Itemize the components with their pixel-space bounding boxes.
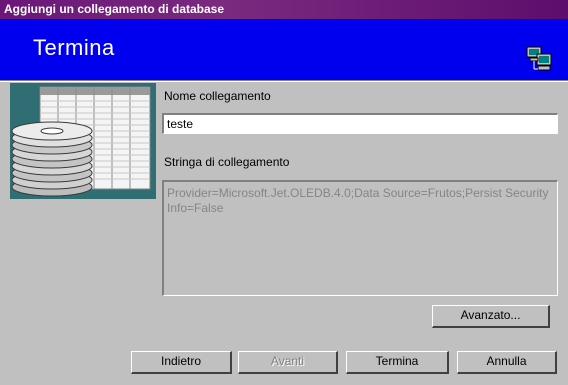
- wizard-banner: Termina: [0, 19, 568, 80]
- network-computers-icon: [526, 46, 552, 71]
- back-button[interactable]: Indietro: [131, 351, 232, 374]
- banner-title: Termina: [33, 35, 115, 60]
- banner-separator: [0, 80, 568, 82]
- database-disks-table-icon: [10, 83, 156, 199]
- next-button[interactable]: Avanti: [238, 351, 338, 374]
- advanced-button[interactable]: Avanzato...: [432, 305, 550, 328]
- connection-string-textarea[interactable]: Provider=Microsoft.Jet.OLEDB.4.0;Data So…: [162, 180, 558, 296]
- connection-string-label: Stringa di collegamento: [164, 155, 290, 169]
- finish-button[interactable]: Termina: [346, 351, 449, 374]
- dialog-window: Aggiungi un collegamento di database Ter…: [0, 0, 568, 385]
- cancel-button[interactable]: Annulla: [457, 351, 557, 374]
- connection-name-label: Nome collegamento: [164, 89, 271, 103]
- title-bar[interactable]: Aggiungi un collegamento di database: [0, 0, 568, 19]
- connection-name-input[interactable]: [162, 113, 558, 134]
